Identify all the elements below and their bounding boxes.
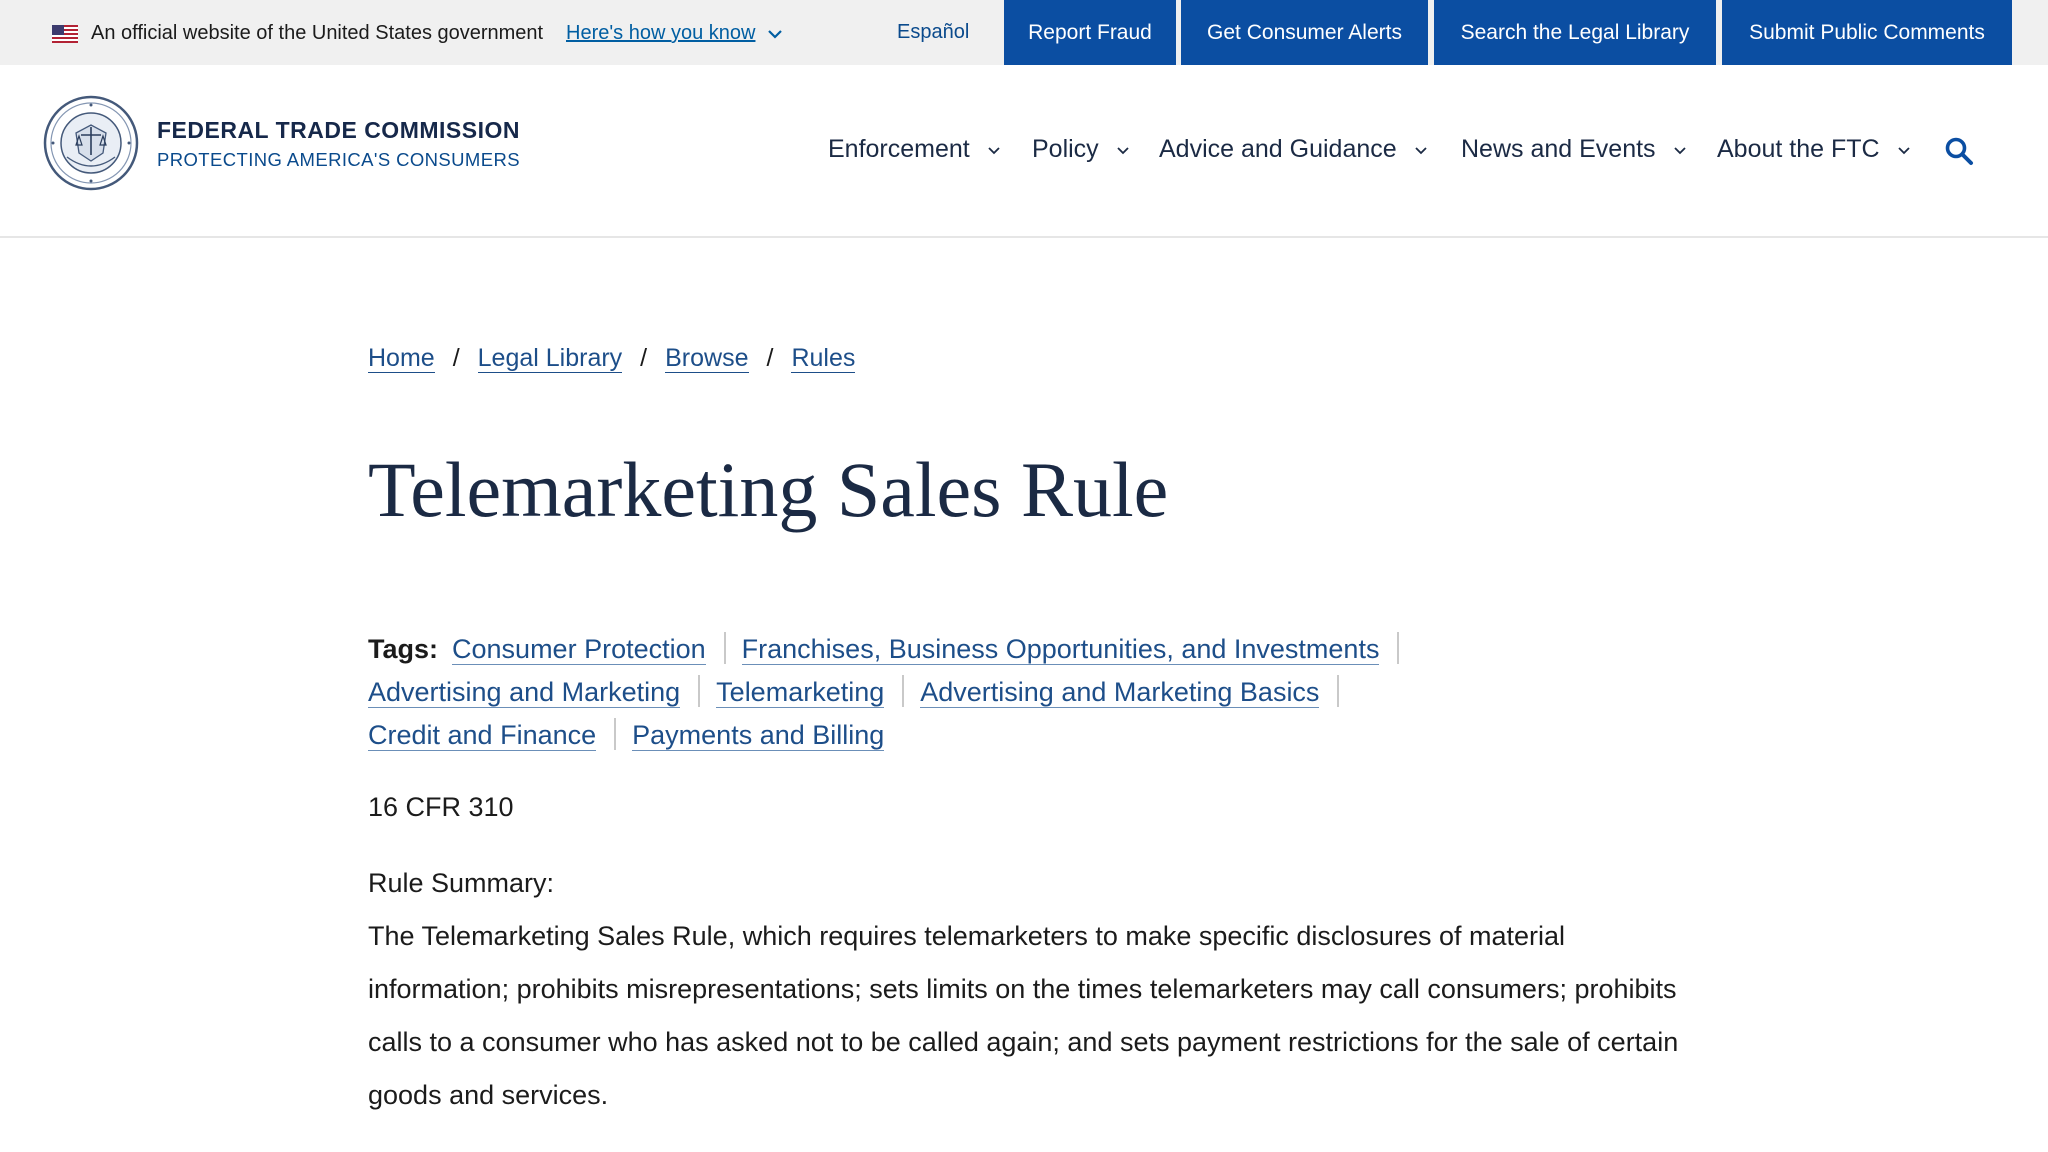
chevron-down-icon xyxy=(1414,147,1427,155)
site-header: FEDERAL TRADE COMMISSION PROTECTING AMER… xyxy=(0,65,2048,238)
us-flag-icon xyxy=(52,25,78,43)
tag-advertising-and-marketing[interactable]: Advertising and Marketing xyxy=(368,677,681,708)
nav-enforcement[interactable]: Enforcement xyxy=(828,133,1001,165)
breadcrumb-separator: / xyxy=(766,344,774,372)
submit-public-comments-button[interactable]: Submit Public Comments xyxy=(1722,0,2012,65)
how-you-know-link[interactable]: Here's how you know xyxy=(566,20,755,46)
chevron-down-icon xyxy=(1897,147,1910,155)
nav-label: Advice and Guidance xyxy=(1159,135,1397,163)
get-consumer-alerts-button[interactable]: Get Consumer Alerts xyxy=(1181,0,1428,65)
chevron-down-icon xyxy=(988,147,1000,155)
agency-name[interactable]: FEDERAL TRADE COMMISSION xyxy=(157,117,520,144)
chevron-down-icon xyxy=(1117,147,1129,155)
espanol-link[interactable]: Español xyxy=(897,19,969,45)
nav-label: Policy xyxy=(1032,135,1099,163)
page-title: Telemarketing Sales Rule xyxy=(368,446,1169,533)
chevron-down-icon xyxy=(1673,147,1686,155)
nav-label: Enforcement xyxy=(828,135,970,163)
breadcrumb-browse[interactable]: Browse xyxy=(665,344,749,373)
report-fraud-button[interactable]: Report Fraud xyxy=(1004,0,1176,65)
tag-payments-and-billing[interactable]: Payments and Billing xyxy=(632,720,885,751)
nav-label: News and Events xyxy=(1461,135,1656,163)
gov-banner: An official website of the United States… xyxy=(0,0,2048,65)
breadcrumb-legal-library[interactable]: Legal Library xyxy=(477,344,623,373)
tags-list: Tags: Consumer Protection Franchises, Busi… xyxy=(368,628,1708,757)
tag-consumer-protection[interactable]: Consumer Protection xyxy=(452,634,706,665)
tag-franchises-business-opportunities[interactable]: Franchises, Business Opportunities, and … xyxy=(741,634,1380,665)
official-website-text: An official website of the United States… xyxy=(91,22,544,44)
ftc-seal-logo[interactable] xyxy=(43,95,139,191)
search-icon[interactable] xyxy=(1944,136,1974,166)
cfr-citation: 16 CFR 310 xyxy=(368,792,514,822)
nav-about-the-ftc[interactable]: About the FTC xyxy=(1717,133,1911,165)
tag-telemarketing[interactable]: Telemarketing xyxy=(716,677,885,708)
nav-news-and-events[interactable]: News and Events xyxy=(1461,133,1687,165)
nav-policy[interactable]: Policy xyxy=(1032,133,1130,165)
tag-divider xyxy=(1337,675,1340,707)
tag-advertising-and-marketing-basics[interactable]: Advertising and Marketing Basics xyxy=(920,677,1320,708)
tag-divider xyxy=(902,675,905,707)
breadcrumb-separator: / xyxy=(452,344,460,372)
breadcrumb-rules[interactable]: Rules xyxy=(791,344,856,373)
rule-summary-text: The Telemarketing Sales Rule, which requ… xyxy=(368,921,1679,1110)
agency-tagline: PROTECTING AMERICA'S CONSUMERS xyxy=(157,149,520,170)
tag-credit-and-finance[interactable]: Credit and Finance xyxy=(368,720,597,751)
tags-label: Tags: xyxy=(368,634,439,664)
tag-divider xyxy=(614,718,617,750)
breadcrumb: Home / Legal Library / Browse / Rules xyxy=(368,342,856,374)
nav-advice-and-guidance[interactable]: Advice and Guidance xyxy=(1159,133,1428,165)
tag-divider xyxy=(1397,632,1400,664)
breadcrumb-home[interactable]: Home xyxy=(368,344,435,373)
chevron-down-icon[interactable] xyxy=(767,26,783,42)
search-legal-library-button[interactable]: Search the Legal Library xyxy=(1434,0,1716,65)
breadcrumb-separator: / xyxy=(640,344,648,372)
nav-label: About the FTC xyxy=(1717,135,1880,163)
tag-divider xyxy=(723,632,726,664)
tag-divider xyxy=(698,675,701,707)
rule-summary-label: Rule Summary: xyxy=(368,868,555,898)
